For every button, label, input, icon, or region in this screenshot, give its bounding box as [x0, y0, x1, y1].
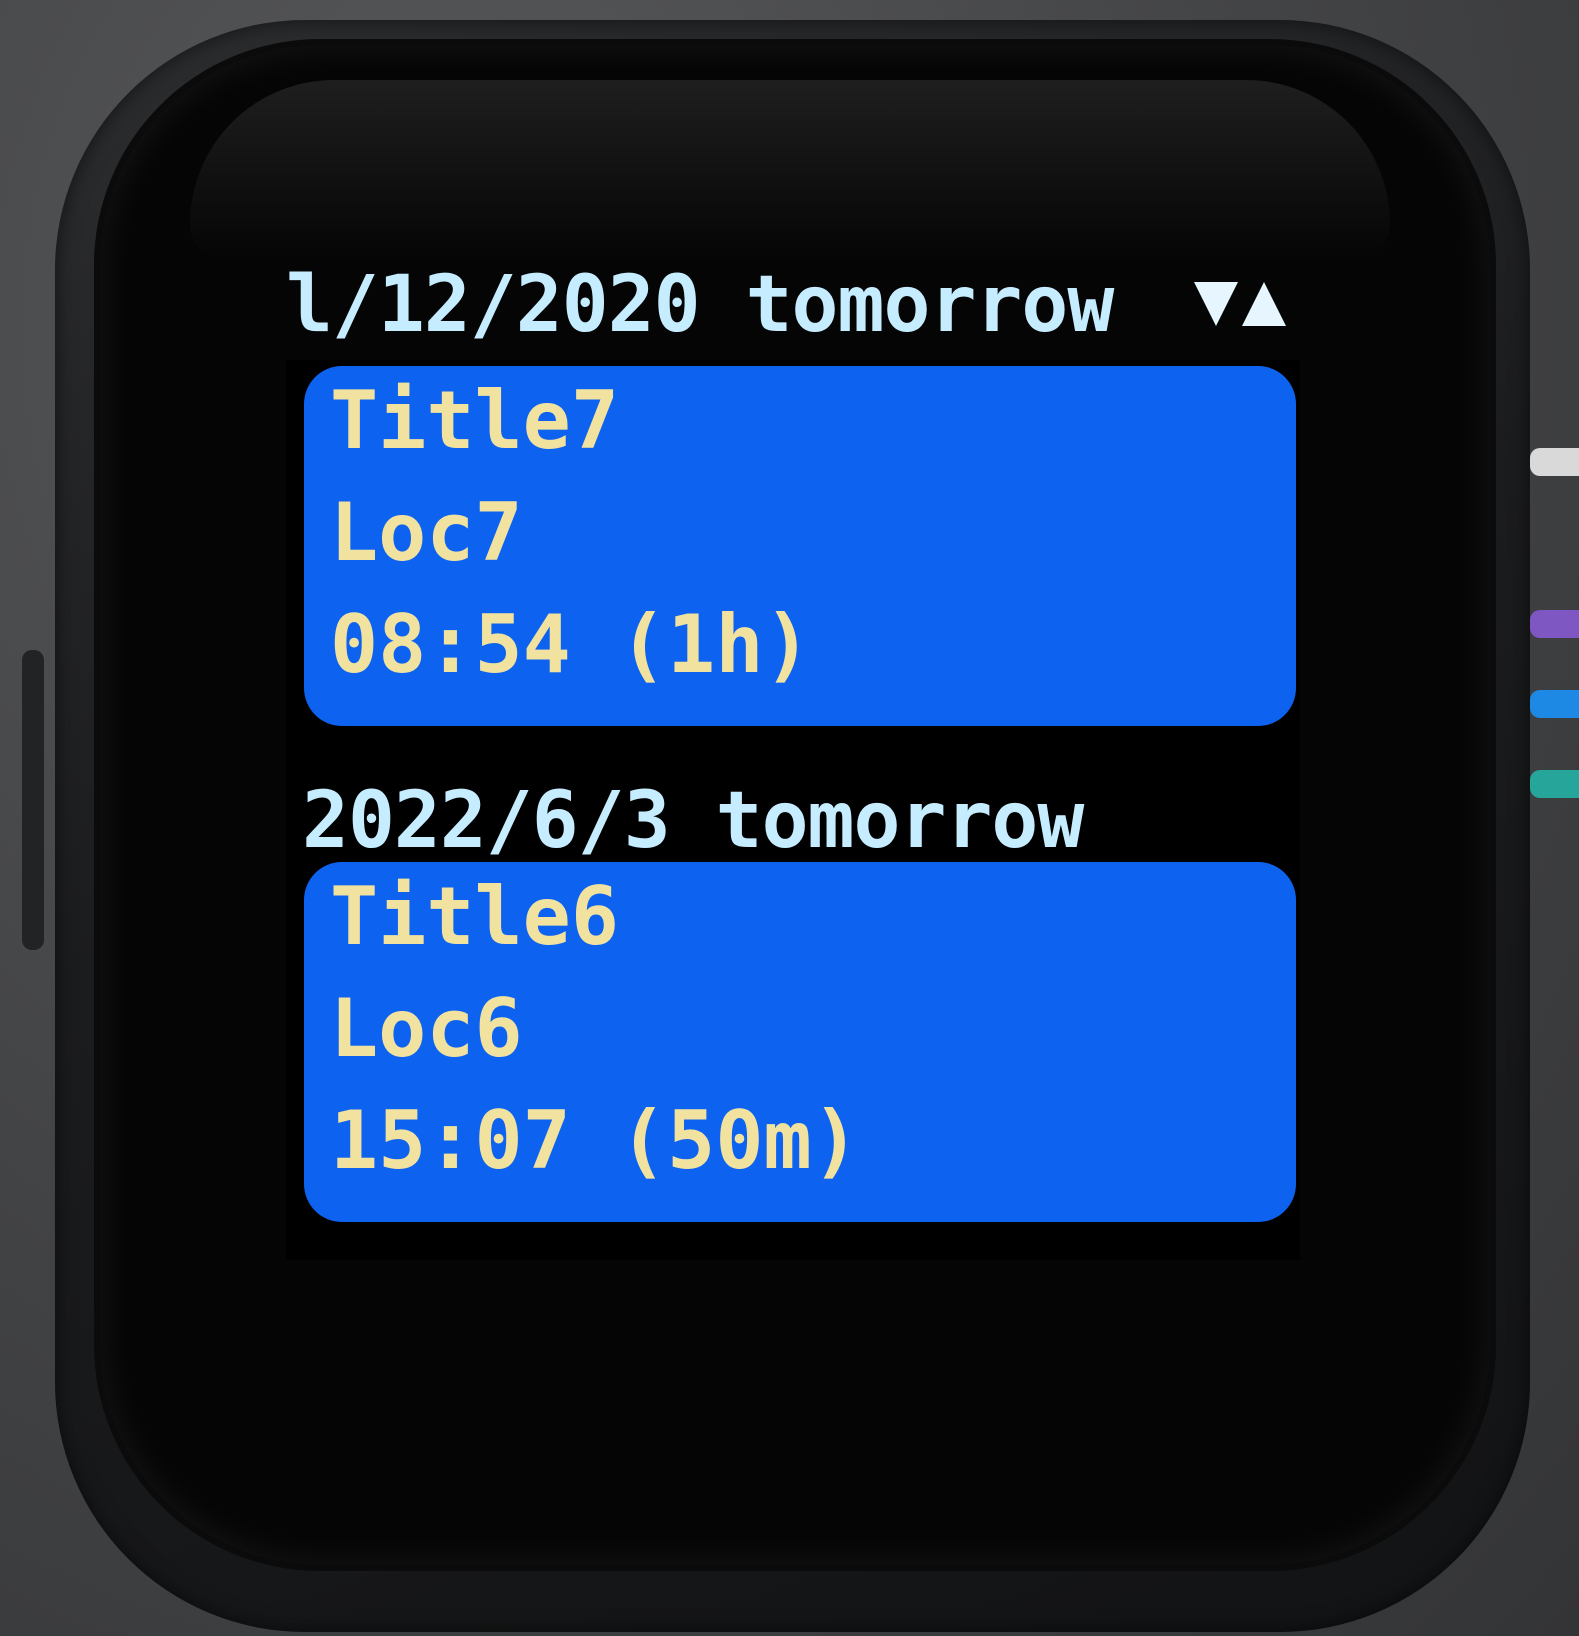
charging-cable-white: [1530, 448, 1579, 476]
watch-screen: l/12/2020 tomorrow Title7 Loc7 08:54 (1h…: [286, 240, 1300, 1260]
charging-cable-teal: [1530, 770, 1579, 798]
event-time: 15:07 (50m): [330, 1094, 860, 1187]
event-location: Loc7: [330, 486, 523, 579]
watch-side-button[interactable]: [22, 650, 44, 950]
scroll-indicators: [1194, 282, 1286, 326]
event-time: 08:54 (1h): [330, 598, 812, 691]
triangle-down-icon: [1194, 282, 1238, 326]
event-card-title7[interactable]: Title7 Loc7 08:54 (1h): [304, 366, 1296, 726]
section-date-label: 2022/6/3 tomorrow: [302, 776, 1084, 866]
event-title: Title6: [330, 870, 619, 963]
charging-cable-blue: [1530, 690, 1579, 718]
charging-cable-purple: [1530, 610, 1579, 638]
event-title: Title7: [330, 374, 619, 467]
triangle-up-icon: [1242, 282, 1286, 326]
event-card-title6[interactable]: Title6 Loc6 15:07 (50m): [304, 862, 1296, 1222]
header-date-label: l/12/2020 tomorrow: [286, 260, 1114, 350]
agenda-header: l/12/2020 tomorrow: [286, 240, 1300, 360]
event-location: Loc6: [330, 982, 523, 1075]
